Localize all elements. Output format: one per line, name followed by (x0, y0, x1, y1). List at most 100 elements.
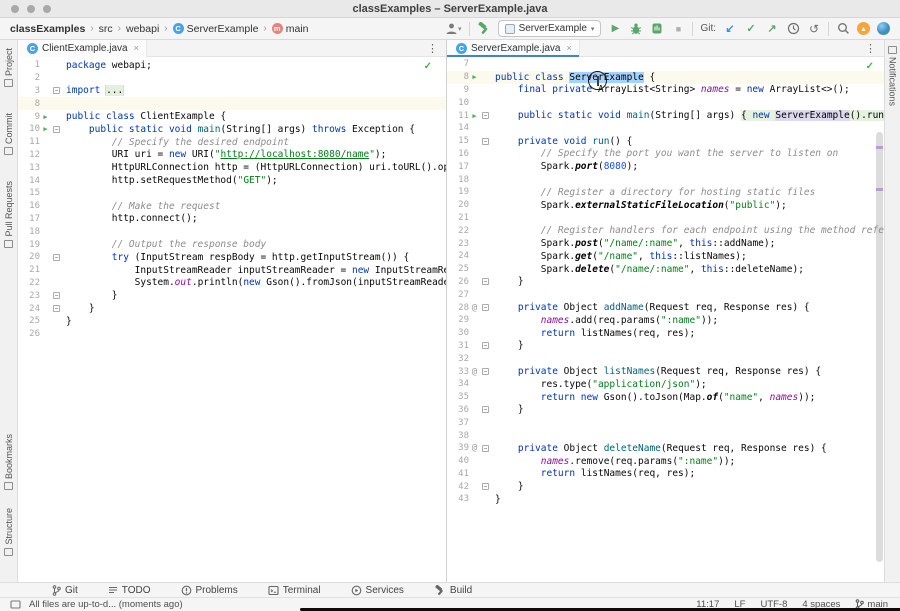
editor-scrollbar[interactable] (876, 132, 883, 562)
code-token: names (541, 315, 570, 326)
sidebar-item-notifications[interactable]: Notifications (888, 46, 898, 106)
git-commit-button[interactable]: ✓ (744, 21, 758, 37)
line-number: 13 (18, 163, 40, 173)
fold-marker[interactable] (51, 254, 61, 261)
sidebar-item-pull-requests[interactable]: Pull Requests (4, 181, 14, 248)
close-window-button[interactable] (11, 5, 19, 13)
fold-box-icon[interactable] (482, 342, 489, 349)
fold-box-icon[interactable] (53, 292, 60, 299)
line-number: 14 (18, 176, 40, 186)
run-configuration-select[interactable]: ServerExample ▾ (498, 20, 602, 37)
fold-box-icon[interactable] (53, 305, 60, 312)
annotation-icon[interactable]: @ (469, 443, 480, 453)
debug-button[interactable] (629, 21, 643, 37)
fold-marker[interactable] (480, 278, 490, 285)
fold-marker[interactable] (480, 406, 490, 413)
code-text: public static void main(String[] args) t… (61, 124, 446, 135)
fold-marker[interactable] (51, 126, 61, 133)
search-everywhere-button[interactable] (836, 21, 850, 37)
user-account-button[interactable]: ▾ (445, 21, 462, 37)
toolwindow-git[interactable]: Git (52, 585, 78, 596)
code-token: port (575, 161, 598, 172)
code-line: 21 (447, 212, 884, 225)
tab-clientexample[interactable]: C ClientExample.java × (18, 40, 147, 57)
fold-box-icon[interactable] (482, 138, 489, 145)
fold-marker[interactable] (480, 342, 490, 349)
tab-serverexample[interactable]: C ServerExample.java × (447, 40, 580, 57)
sidebar-item-bookmarks[interactable]: Bookmarks (4, 434, 14, 490)
close-tab-icon[interactable]: × (566, 43, 571, 53)
fold-box-icon[interactable] (482, 278, 489, 285)
tool-window-toggle-icon[interactable] (10, 600, 21, 609)
code-with-me-icon[interactable] (877, 22, 890, 35)
code-token: res.type( (495, 379, 592, 390)
code-token: } (66, 316, 72, 327)
vcs-status-message[interactable]: All files are up-to-d... (moments ago) (29, 599, 183, 610)
inspections-ok-icon[interactable]: ✓ (866, 61, 874, 72)
editor-serverexample[interactable]: import ...78▶public class ServerExample … (447, 57, 884, 582)
sidebar-item-project[interactable]: Project (4, 48, 14, 87)
run-line-icon[interactable]: ▶ (469, 112, 480, 120)
code-token: new (752, 110, 769, 121)
sidebar-item-structure[interactable]: Structure (4, 508, 14, 556)
fold-box-icon[interactable] (482, 368, 489, 375)
build-project-button[interactable] (477, 21, 491, 37)
code-line: 24 } (18, 302, 446, 315)
git-push-button[interactable]: ↗ (765, 21, 779, 37)
editor-options-icon[interactable]: ⋮ (420, 42, 446, 55)
fold-marker[interactable] (480, 138, 490, 145)
editor-options-icon[interactable]: ⋮ (858, 42, 884, 55)
fold-box-icon[interactable] (482, 112, 489, 119)
fold-box-icon[interactable] (482, 483, 489, 490)
toolwindow-services[interactable]: Services (351, 585, 404, 596)
toolwindow-build[interactable]: Build (434, 585, 472, 596)
fold-box-icon[interactable] (482, 445, 489, 452)
toolwindow-terminal[interactable]: Terminal (268, 585, 321, 596)
annotation-icon[interactable]: @ (469, 303, 480, 313)
fold-box-icon[interactable] (53, 87, 60, 94)
code-text: names.remove(req.params(":name")); (490, 456, 884, 467)
run-line-icon[interactable]: ▶ (40, 125, 51, 133)
breadcrumb-item-project[interactable]: classExamples (10, 23, 85, 35)
rollback-button[interactable]: ↺ (807, 21, 821, 37)
git-update-button[interactable]: ↙ (723, 21, 737, 37)
fold-marker[interactable] (51, 305, 61, 312)
debug-bug-icon (630, 22, 642, 35)
toolwindow-problems[interactable]: Problems (181, 585, 238, 596)
terminal-icon (268, 585, 279, 596)
code-token: // Specify the desired endpoint (66, 137, 289, 148)
sidebar-item-commit[interactable]: Commit (4, 113, 14, 155)
ide-update-notification-icon[interactable]: ▴ (857, 22, 870, 35)
fold-marker[interactable] (480, 368, 490, 375)
tab-bar-left: C ClientExample.java × ⋮ (18, 40, 446, 57)
run-line-icon[interactable]: ▶ (469, 73, 480, 81)
minimize-window-button[interactable] (27, 5, 35, 13)
fold-marker[interactable] (51, 292, 61, 299)
inspections-ok-icon[interactable]: ✓ (424, 61, 432, 72)
run-button[interactable]: ▶ (608, 21, 622, 37)
run-with-coverage-button[interactable] (650, 21, 664, 37)
annotation-icon[interactable]: @ (469, 367, 480, 377)
line-number: 38 (447, 431, 469, 441)
breadcrumb-item-webapi[interactable]: webapi (126, 23, 159, 35)
close-tab-icon[interactable]: × (134, 43, 139, 53)
fold-box-icon[interactable] (53, 254, 60, 261)
fold-box-icon[interactable] (482, 406, 489, 413)
fold-marker[interactable] (51, 87, 61, 94)
code-token: )); (798, 392, 815, 403)
breadcrumb-item-class[interactable]: C ServerExample (173, 23, 259, 35)
fold-marker[interactable] (480, 483, 490, 490)
fold-marker[interactable] (480, 112, 490, 119)
toolwindow-todo[interactable]: TODO (108, 585, 151, 596)
fold-box-icon[interactable] (482, 304, 489, 311)
editor-clientexample[interactable]: 1package webapi;23import ...89▶public cl… (18, 57, 446, 582)
fold-box-icon[interactable] (53, 126, 60, 133)
fold-marker[interactable] (480, 445, 490, 452)
fold-marker[interactable] (480, 304, 490, 311)
breadcrumb-item-method[interactable]: m main (272, 23, 309, 35)
breadcrumb-item-src[interactable]: src (99, 23, 113, 35)
zoom-window-button[interactable] (43, 5, 51, 13)
run-line-icon[interactable]: ▶ (40, 113, 51, 121)
code-token: Object (558, 302, 604, 313)
history-button[interactable] (786, 21, 800, 37)
